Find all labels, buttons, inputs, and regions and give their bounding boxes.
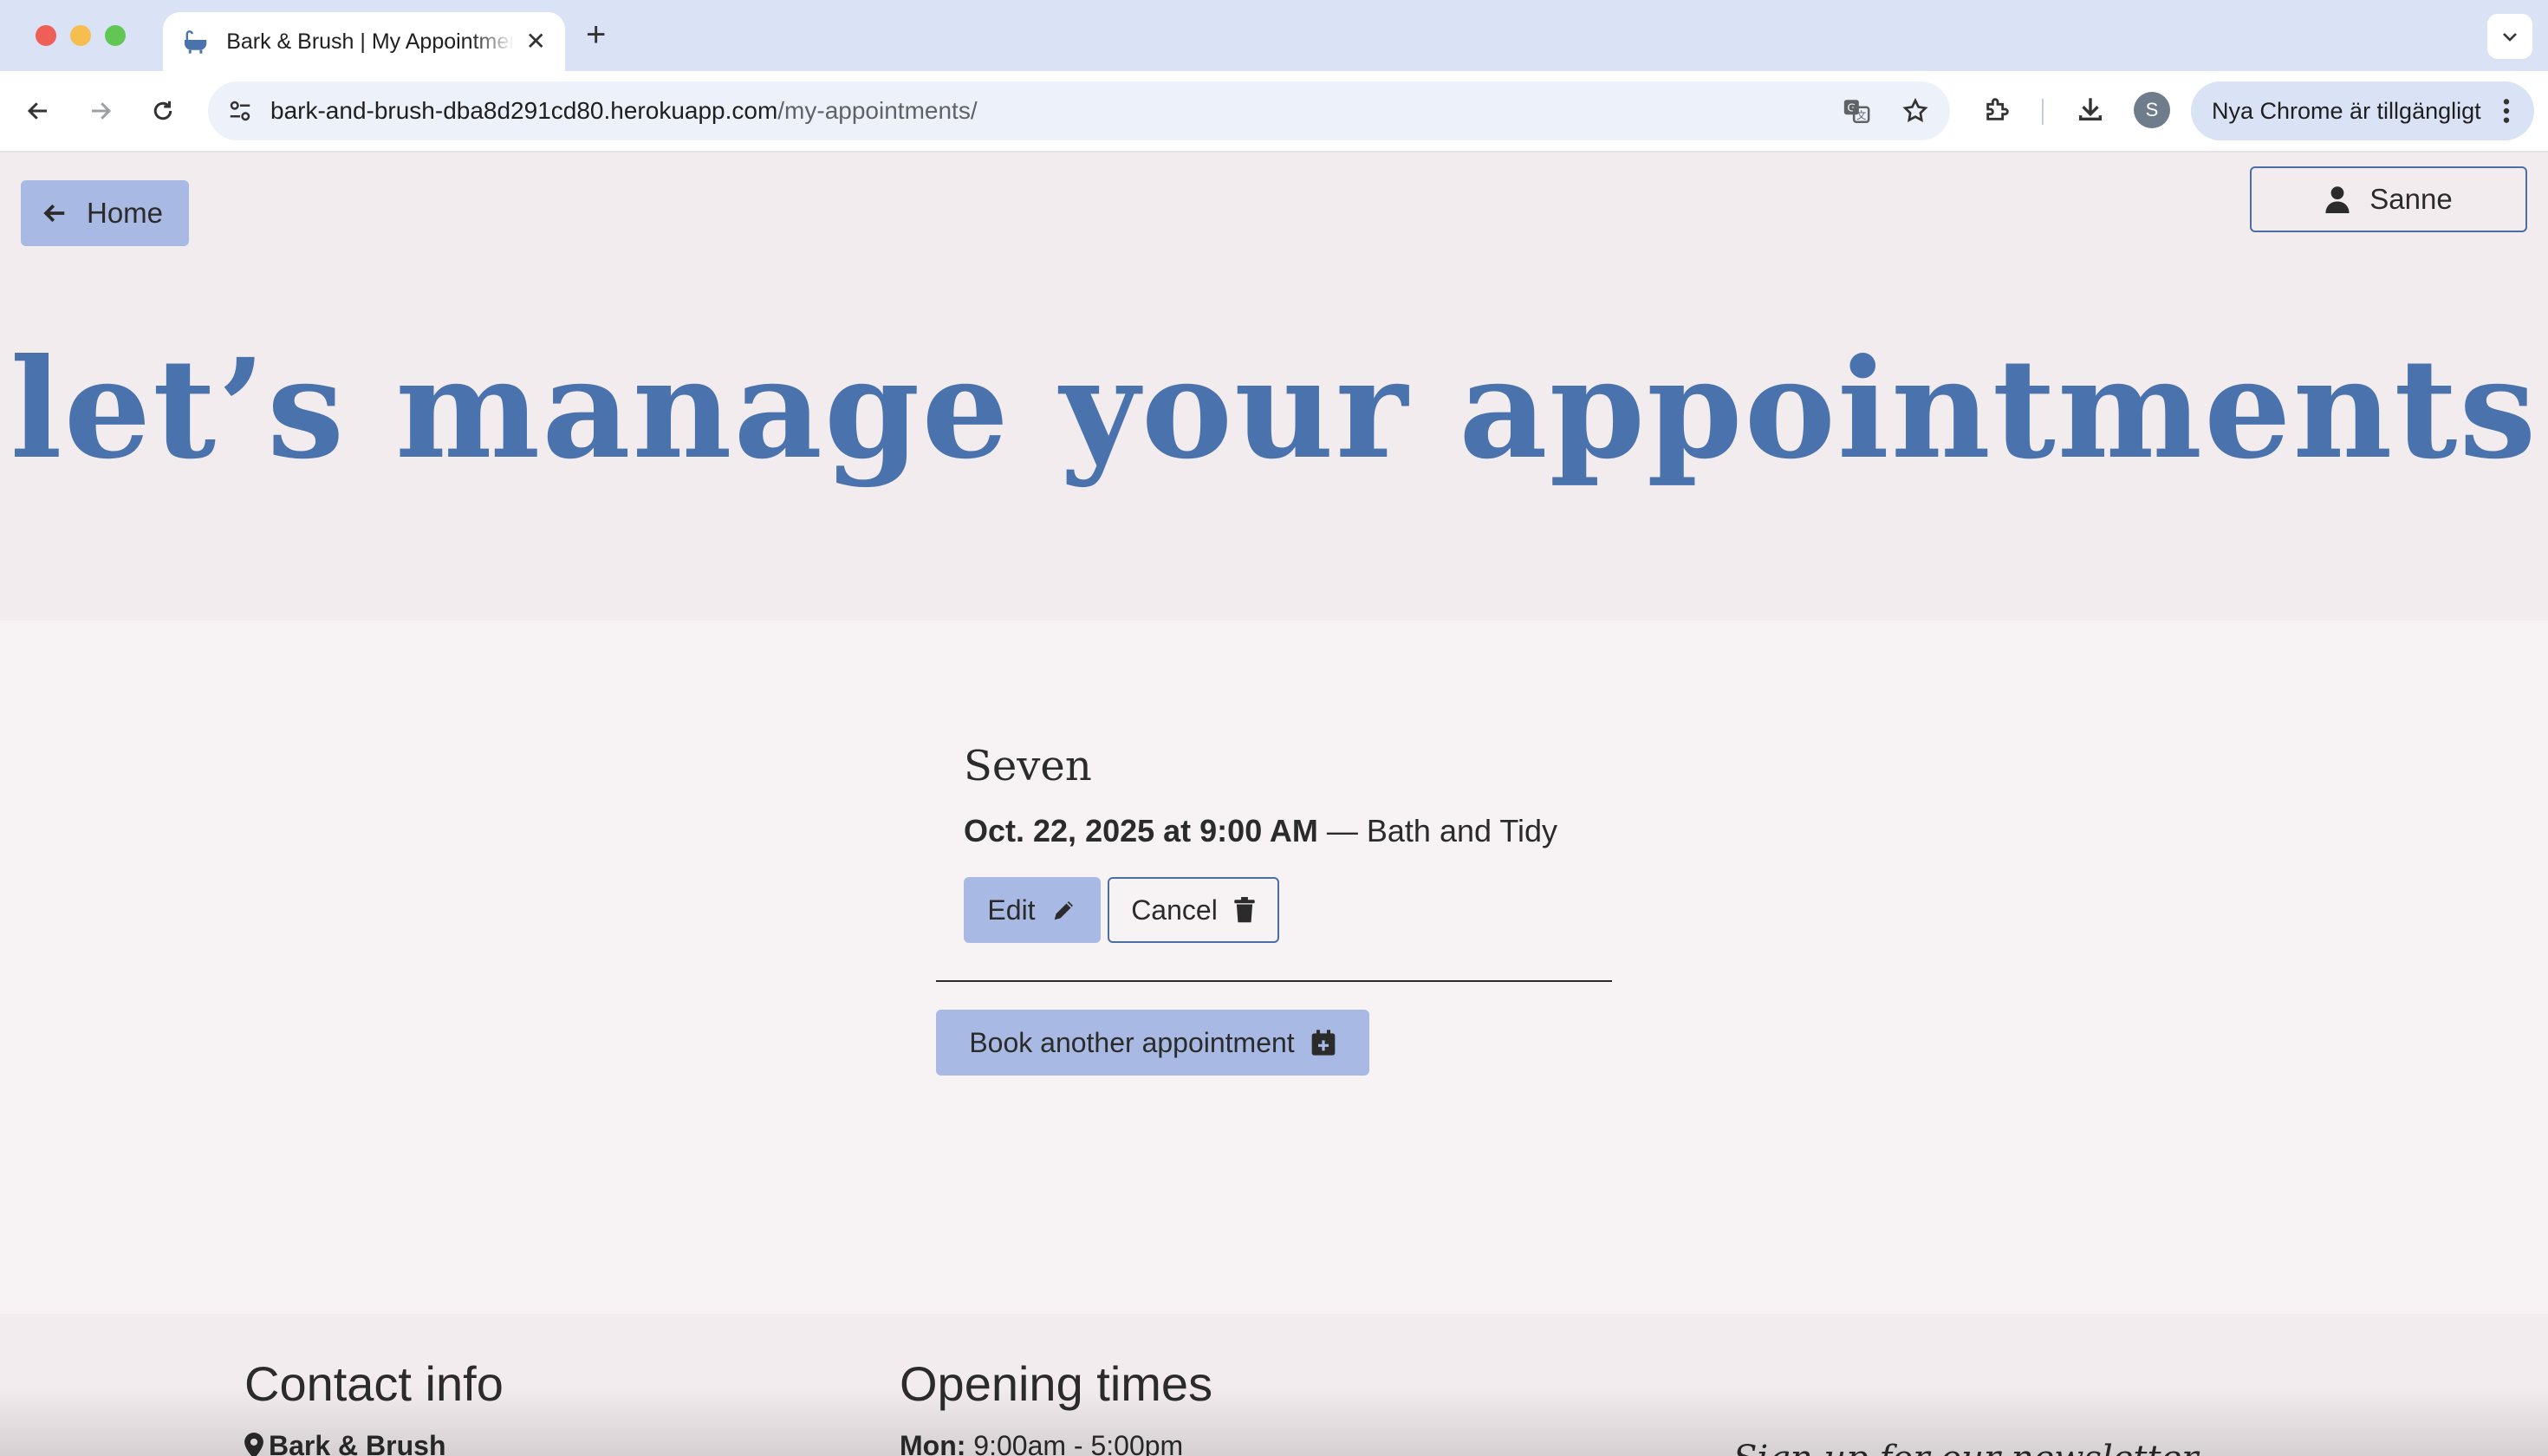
edit-label: Edit [987, 894, 1036, 926]
chrome-update-button[interactable]: Nya Chrome är tillgängligt [2191, 81, 2534, 140]
trash-icon [1234, 897, 1255, 923]
tab-title: Bark & Brush | My Appointments [226, 29, 514, 54]
appointment-separator: — [1317, 813, 1367, 848]
home-button[interactable]: Home [21, 180, 189, 246]
book-appointment-button[interactable]: Book another appointment [936, 1010, 1369, 1076]
profile-avatar[interactable]: S [2134, 92, 2170, 128]
appointment-service: Bath and Tidy [1366, 813, 1558, 848]
svg-text:文: 文 [1856, 109, 1866, 121]
hours-day: Mon: [900, 1430, 966, 1456]
kebab-menu-icon[interactable] [2501, 97, 2512, 125]
minimize-window-button[interactable] [70, 25, 91, 46]
reload-icon [153, 101, 172, 120]
hours-line: Mon: 9:00am - 5:00pm [900, 1430, 1183, 1456]
cancel-label: Cancel [1131, 894, 1218, 926]
arrow-left-icon [43, 204, 65, 223]
translate-icon[interactable]: G文 [1839, 94, 1874, 128]
appointment-actions: Edit Cancel [964, 877, 1557, 943]
tab-search-button[interactable] [2487, 14, 2532, 59]
hours-heading: Opening times [900, 1356, 1213, 1411]
calendar-plus-icon [1311, 1030, 1336, 1056]
appointments-section: Seven Oct. 22, 2025 at 9:00 AM — Bath an… [0, 621, 2548, 1314]
address-bar[interactable]: bark-and-brush-dba8d291cd80.herokuapp.co… [208, 81, 1950, 140]
browser-tab-active[interactable]: Bark & Brush | My Appointments ✕ [163, 12, 565, 71]
footer: Contact info Bark & Brush Opening times … [0, 1314, 2548, 1456]
url-text: bark-and-brush-dba8d291cd80.herokuapp.co… [270, 97, 978, 125]
new-tab-icon[interactable]: + [586, 17, 606, 52]
appointment-details: Oct. 22, 2025 at 9:00 AM — Bath and Tidy [964, 813, 1557, 849]
user-account-button[interactable]: Sanne [2250, 166, 2527, 232]
contact-address: Bark & Brush [244, 1430, 446, 1456]
bookmark-star-icon[interactable] [1898, 94, 1933, 128]
close-tab-icon[interactable]: ✕ [526, 29, 546, 54]
browser-tabbar: Bark & Brush | My Appointments ✕ + [0, 0, 2548, 71]
contact-heading: Contact info [244, 1356, 504, 1411]
forward-button[interactable] [80, 90, 121, 132]
cancel-appointment-button[interactable]: Cancel [1108, 877, 1279, 943]
user-icon [2325, 186, 2350, 213]
toolbar-separator [2042, 99, 2044, 125]
url-path: /my-appointments/ [777, 97, 978, 124]
appointment-card: Seven Oct. 22, 2025 at 9:00 AM — Bath an… [964, 742, 1557, 943]
arrow-left-icon [27, 102, 47, 120]
url-host: bark-and-brush-dba8d291cd80.herokuapp.co… [270, 97, 778, 124]
close-window-button[interactable] [36, 25, 56, 46]
arrow-right-icon [92, 102, 112, 120]
page-title: let’s manage your appointments [10, 329, 2538, 490]
book-label: Book another appointment [969, 1026, 1295, 1058]
contact-name: Bark & Brush [269, 1430, 446, 1456]
maximize-window-button[interactable] [105, 25, 126, 46]
bathtub-favicon-icon [184, 30, 207, 54]
chevron-down-icon [2503, 33, 2517, 42]
edit-appointment-button[interactable]: Edit [964, 877, 1101, 943]
user-name: Sanne [2369, 183, 2453, 215]
browser-toolbar: bark-and-brush-dba8d291cd80.herokuapp.co… [0, 71, 2548, 153]
divider [936, 980, 1612, 982]
reload-button[interactable] [142, 90, 184, 132]
pencil-icon [1054, 901, 1073, 920]
hero-section: Home Sanne let’s manage your appointment… [0, 153, 2548, 621]
home-label: Home [87, 197, 164, 229]
newsletter-text: Sign up for our newsletter [1733, 1439, 2198, 1456]
extensions-puzzle-icon[interactable] [1980, 92, 2015, 127]
map-pin-icon [244, 1433, 263, 1456]
hours-time: 9:00am - 5:00pm [965, 1430, 1184, 1456]
update-label: Nya Chrome är tillgängligt [2212, 97, 2481, 124]
pet-name: Seven [964, 742, 1092, 790]
download-icon[interactable] [2073, 92, 2108, 127]
appointment-datetime: Oct. 22, 2025 at 9:00 AM [964, 813, 1318, 848]
back-button[interactable] [17, 90, 59, 132]
site-settings-icon[interactable] [225, 96, 255, 126]
